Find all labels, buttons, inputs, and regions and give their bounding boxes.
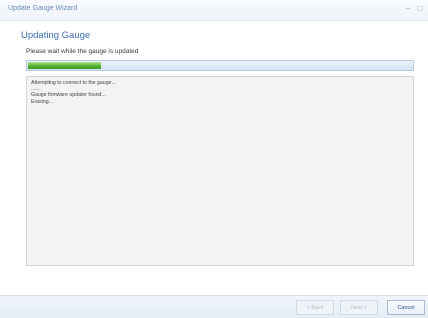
wait-message: Please wait while the gauge is updated	[26, 48, 139, 55]
minimize-icon[interactable]: –	[403, 4, 413, 14]
title-bar: Update Gauge Wizard – □	[0, 0, 428, 21]
log-output[interactable]: Attempting to connect to the gauge... ..…	[26, 76, 414, 266]
next-button[interactable]: Next >	[340, 300, 378, 315]
window-title: Update Gauge Wizard	[8, 5, 78, 12]
wizard-footer: < Back Next > Cancel	[0, 295, 428, 318]
log-line: Erasing...	[31, 98, 53, 105]
cancel-button[interactable]: Cancel	[387, 300, 425, 315]
maximize-icon[interactable]: □	[415, 4, 425, 14]
update-gauge-wizard-window: Update Gauge Wizard – □ Updating Gauge P…	[0, 0, 428, 318]
page-title: Updating Gauge	[21, 30, 91, 41]
progress-bar	[26, 60, 414, 71]
progress-bar-fill	[28, 62, 101, 69]
back-button[interactable]: < Back	[296, 300, 334, 315]
